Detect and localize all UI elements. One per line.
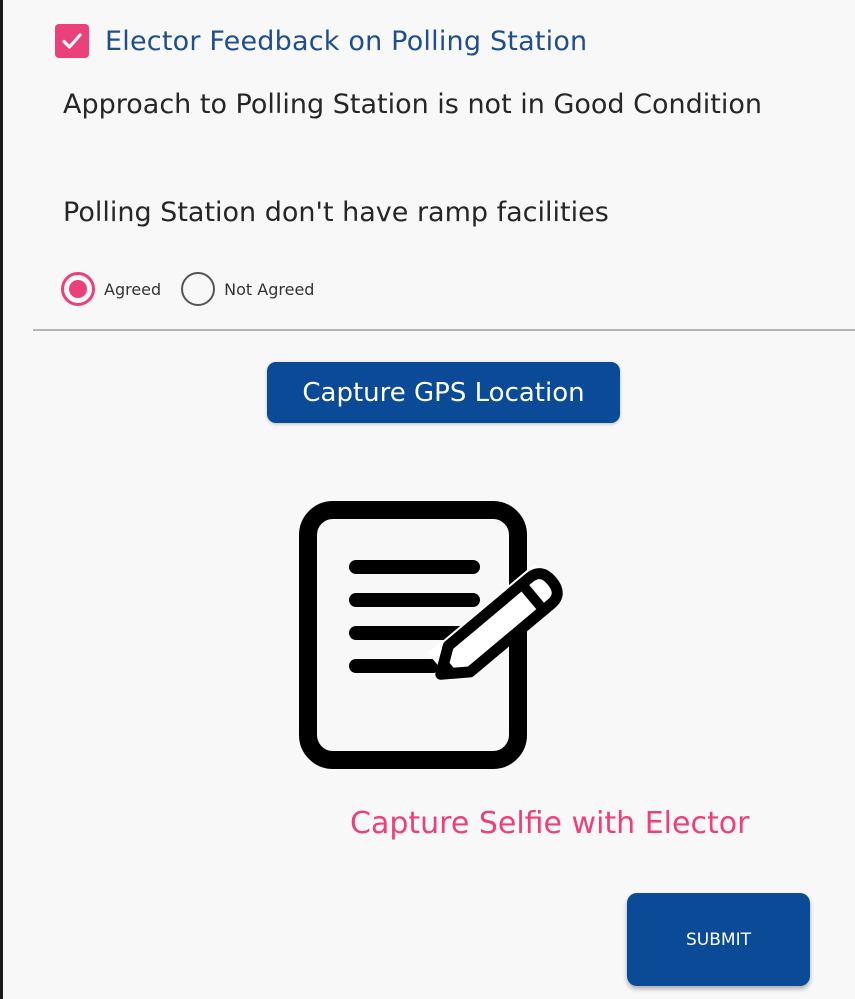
capture-selfie-link[interactable]: Capture Selfie with Elector: [350, 806, 830, 841]
check-icon: [62, 33, 82, 49]
feedback-checkbox[interactable]: [55, 24, 89, 58]
radio-not-agreed-label[interactable]: Not Agreed: [224, 280, 314, 299]
feedback-screen: Elector Feedback on Polling Station Appr…: [3, 0, 855, 999]
submit-button[interactable]: SUBMIT: [627, 893, 810, 986]
section-divider: [33, 329, 855, 331]
radio-agreed-label[interactable]: Agreed: [104, 280, 161, 299]
capture-gps-button[interactable]: Capture GPS Location: [267, 362, 620, 423]
radio-agreed[interactable]: [61, 272, 95, 306]
feedback-item-approach: Approach to Polling Station is not in Go…: [63, 89, 762, 120]
section-title: Elector Feedback on Polling Station: [105, 25, 588, 57]
agreement-radio-group: Agreed Not Agreed: [61, 272, 334, 306]
feedback-item-ramp: Polling Station don't have ramp faciliti…: [63, 197, 609, 228]
document-edit-icon[interactable]: [298, 500, 598, 770]
radio-not-agreed[interactable]: [181, 272, 216, 306]
section-header: Elector Feedback on Polling Station: [55, 24, 587, 58]
radio-selected-dot: [69, 280, 87, 298]
